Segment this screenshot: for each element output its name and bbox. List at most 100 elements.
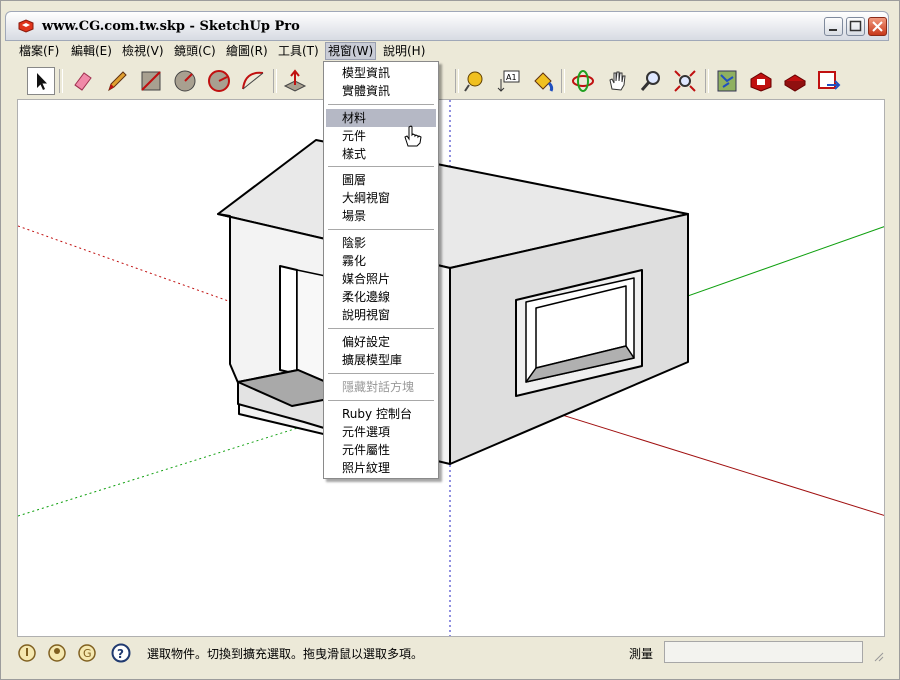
menu-help[interactable]: 說明(H) bbox=[381, 43, 427, 59]
push-pull-icon bbox=[283, 69, 307, 92]
minimize-button[interactable] bbox=[824, 17, 843, 36]
maximize-button[interactable] bbox=[846, 17, 865, 36]
app-window: www.CG.com.tw.skp - SketchUp Pro 檔案(F) 編… bbox=[0, 0, 900, 680]
status-bar: G ? 選取物件。切換到擴充選取。拖曳滑鼠以選取多項。 測量 bbox=[15, 639, 887, 667]
minimize-icon bbox=[829, 29, 837, 31]
toolbar-separator bbox=[561, 69, 565, 93]
menu-separator bbox=[328, 104, 434, 105]
menu-file[interactable]: 檔案(F) bbox=[17, 43, 61, 59]
eraser-icon bbox=[74, 72, 92, 91]
menu-separator bbox=[328, 400, 434, 401]
status-message: 選取物件。切換到擴充選取。拖曳滑鼠以選取多項。 bbox=[147, 647, 424, 661]
orbit-tool-button[interactable] bbox=[569, 67, 597, 95]
measurements-label: 測量 bbox=[629, 647, 654, 661]
menu-item-component-options[interactable]: 元件選項 bbox=[326, 423, 436, 441]
resize-grip-icon[interactable] bbox=[873, 651, 885, 663]
pencil-icon bbox=[108, 71, 127, 92]
svg-text:?: ? bbox=[117, 647, 124, 661]
text-icon: A1 bbox=[497, 70, 520, 92]
menu-item-model-info[interactable]: 模型資訊 bbox=[326, 64, 436, 82]
send-to-layout-button[interactable] bbox=[815, 67, 843, 95]
credits-icon[interactable] bbox=[47, 643, 67, 663]
menu-draw[interactable]: 繪圖(R) bbox=[224, 43, 270, 59]
window-title: www.CG.com.tw.skp - SketchUp Pro bbox=[42, 19, 300, 34]
share-model-button[interactable] bbox=[781, 67, 809, 95]
warehouse-icon bbox=[750, 72, 772, 92]
layout-icon bbox=[818, 71, 841, 90]
tape-measure-icon bbox=[464, 71, 483, 92]
arc-icon bbox=[242, 71, 264, 90]
house-model[interactable] bbox=[217, 139, 689, 465]
pencil-tool-button[interactable] bbox=[103, 67, 131, 95]
select-tool-button[interactable] bbox=[27, 67, 55, 95]
geolocation-icon[interactable] bbox=[17, 643, 37, 663]
menu-tools[interactable]: 工具(T) bbox=[276, 43, 321, 59]
menu-item-photo-textures[interactable]: 照片紋理 bbox=[326, 459, 436, 477]
menu-item-scenes[interactable]: 場景 bbox=[326, 207, 436, 225]
menu-separator bbox=[328, 328, 434, 329]
maximize-icon bbox=[849, 20, 862, 32]
menu-item-extension-warehouse[interactable]: 擴展模型庫 bbox=[326, 351, 436, 369]
menu-item-layers[interactable]: 圖層 bbox=[326, 171, 436, 189]
menu-item-shadows[interactable]: 陰影 bbox=[326, 234, 436, 252]
hand-cursor-icon bbox=[404, 125, 422, 147]
menu-bar: 檔案(F) 編輯(E) 檢視(V) 鏡頭(C) 繪圖(R) 工具(T) 視窗(W… bbox=[15, 41, 885, 61]
select-icon bbox=[37, 73, 47, 90]
warehouse-button[interactable] bbox=[747, 67, 775, 95]
tape-measure-tool-button[interactable] bbox=[461, 67, 489, 95]
arc-tool-button[interactable] bbox=[239, 67, 267, 95]
menu-edit[interactable]: 編輯(E) bbox=[69, 43, 114, 59]
menu-item-entity-info[interactable]: 實體資訊 bbox=[326, 82, 436, 100]
pan-tool-button[interactable] bbox=[603, 67, 631, 95]
menu-view[interactable]: 檢視(V) bbox=[120, 43, 166, 59]
orbit-icon bbox=[572, 70, 594, 92]
google-earth-button[interactable] bbox=[713, 67, 741, 95]
zoom-tool-button[interactable] bbox=[637, 67, 665, 95]
close-button[interactable] bbox=[868, 17, 887, 36]
menu-item-fog[interactable]: 霧化 bbox=[326, 252, 436, 270]
eraser-tool-button[interactable] bbox=[69, 67, 97, 95]
menu-window[interactable]: 視窗(W) bbox=[324, 42, 377, 60]
menu-item-instructor[interactable]: 說明視窗 bbox=[326, 306, 436, 324]
menu-item-ruby-console[interactable]: Ruby 控制台 bbox=[326, 405, 436, 423]
polygon-tool-button[interactable] bbox=[205, 67, 233, 95]
model-viewport[interactable] bbox=[17, 99, 885, 637]
toolbar-separator bbox=[705, 69, 709, 93]
close-icon bbox=[872, 21, 883, 32]
menu-item-hide-dialogs: 隱藏對話方塊 bbox=[342, 380, 415, 394]
menu-separator bbox=[328, 166, 434, 167]
zoom-icon bbox=[640, 71, 660, 91]
circle-icon bbox=[174, 70, 196, 92]
menu-camera[interactable]: 鏡頭(C) bbox=[172, 43, 218, 59]
menu-item-outliner[interactable]: 大綱視窗 bbox=[326, 189, 436, 207]
rectangle-tool-button[interactable] bbox=[137, 67, 165, 95]
help-icon[interactable]: ? bbox=[111, 643, 131, 663]
rectangle-icon bbox=[141, 71, 161, 91]
zoom-extents-icon bbox=[674, 70, 696, 92]
menu-item-component-attributes[interactable]: 元件屬性 bbox=[326, 441, 436, 459]
user-account-icon[interactable]: G bbox=[77, 643, 97, 663]
menu-separator bbox=[328, 373, 434, 374]
menu-item-soften-edges[interactable]: 柔化邊線 bbox=[326, 288, 436, 306]
main-toolbar: A1 bbox=[15, 63, 885, 99]
paint-bucket-tool-button[interactable] bbox=[529, 67, 557, 95]
toolbar-separator bbox=[59, 69, 63, 93]
polygon-icon bbox=[208, 70, 230, 92]
text-tool-button[interactable]: A1 bbox=[495, 67, 523, 95]
svg-text:A1: A1 bbox=[506, 73, 517, 82]
title-bar[interactable]: www.CG.com.tw.skp - SketchUp Pro bbox=[5, 11, 889, 41]
measurements-input[interactable] bbox=[664, 641, 863, 663]
circle-tool-button[interactable] bbox=[171, 67, 199, 95]
pan-icon bbox=[609, 71, 626, 91]
paint-bucket-icon bbox=[534, 72, 554, 92]
window-menu-dropdown: 模型資訊 實體資訊 材料 元件 樣式 圖層 大綱視窗 場景 陰影 霧化 媒合照片… bbox=[323, 61, 439, 479]
sketchup-logo-icon bbox=[18, 19, 34, 33]
push-pull-tool-button[interactable] bbox=[281, 67, 309, 95]
menu-item-match-photo[interactable]: 媒合照片 bbox=[326, 270, 436, 288]
toolbar-separator bbox=[273, 69, 277, 93]
map-icon bbox=[717, 70, 737, 92]
menu-item-preferences[interactable]: 偏好設定 bbox=[326, 333, 436, 351]
zoom-extents-tool-button[interactable] bbox=[671, 67, 699, 95]
3d-scene bbox=[18, 100, 884, 636]
menu-separator bbox=[328, 229, 434, 230]
